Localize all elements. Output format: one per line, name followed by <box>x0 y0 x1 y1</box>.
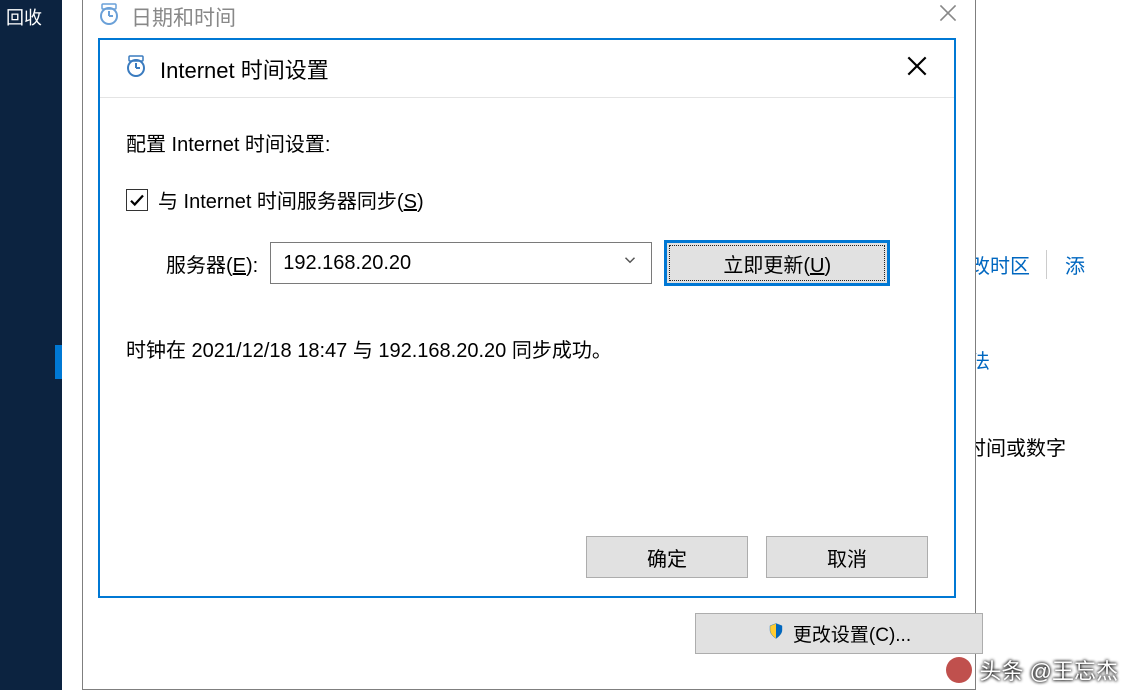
date-time-title: 日期和时间 <box>131 2 236 32</box>
sync-checkbox-label: 与 Internet 时间服务器同步(S) <box>158 185 424 214</box>
change-settings-button[interactable]: 更改设置(C)... <box>695 613 983 654</box>
update-now-label: 立即更新(U) <box>723 249 831 278</box>
dialog-titlebar: Internet 时间设置 <box>100 40 954 98</box>
clock-icon <box>124 54 148 84</box>
server-value: 192.168.20.20 <box>283 252 411 275</box>
recycle-bin-label: 回收 <box>0 0 62 34</box>
update-now-button[interactable]: 立即更新(U) <box>664 240 890 286</box>
ok-button[interactable]: 确定 <box>586 536 748 578</box>
desktop-background: 回收 <box>0 0 62 690</box>
config-label: 配置 Internet 时间设置: <box>126 128 928 157</box>
watermark-text: 头条 @王忘杰 <box>980 654 1118 686</box>
add-link[interactable]: 添 <box>1046 250 1085 279</box>
dialog-title: Internet 时间设置 <box>160 53 329 85</box>
clock-icon <box>97 2 121 32</box>
avatar-icon <box>946 657 972 683</box>
selection-indicator <box>55 345 62 379</box>
dialog-button-row: 确定 取消 <box>586 536 928 578</box>
shield-icon <box>767 622 785 646</box>
dialog-body: 配置 Internet 时间设置: 与 Internet 时间服务器同步(S) … <box>100 98 954 373</box>
server-row: 服务器(E): 192.168.20.20 立即更新(U) <box>126 240 928 286</box>
ok-label: 确定 <box>647 543 687 572</box>
server-label: 服务器(E): <box>166 249 258 278</box>
change-settings-label: 更改设置(C)... <box>793 620 911 647</box>
watermark: 头条 @王忘杰 <box>946 654 1118 686</box>
close-icon[interactable] <box>935 0 961 31</box>
cancel-label: 取消 <box>827 543 867 572</box>
date-time-titlebar: 日期和时间 <box>83 0 975 30</box>
sync-checkbox-row[interactable]: 与 Internet 时间服务器同步(S) <box>126 185 928 214</box>
close-button[interactable] <box>904 53 930 85</box>
server-combobox[interactable]: 192.168.20.20 <box>270 242 652 284</box>
sync-checkbox[interactable] <box>126 189 148 211</box>
settings-background: 改时区 添 法 、时间或数字 <box>976 0 1126 690</box>
cancel-button[interactable]: 取消 <box>766 536 928 578</box>
chevron-down-icon <box>621 251 639 275</box>
change-timezone-link[interactable]: 改时区 <box>970 250 1030 279</box>
internet-time-dialog: Internet 时间设置 配置 Internet 时间设置: 与 Intern… <box>98 38 956 598</box>
sync-status-text: 时钟在 2021/12/18 18:47 与 192.168.20.20 同步成… <box>126 334 928 363</box>
